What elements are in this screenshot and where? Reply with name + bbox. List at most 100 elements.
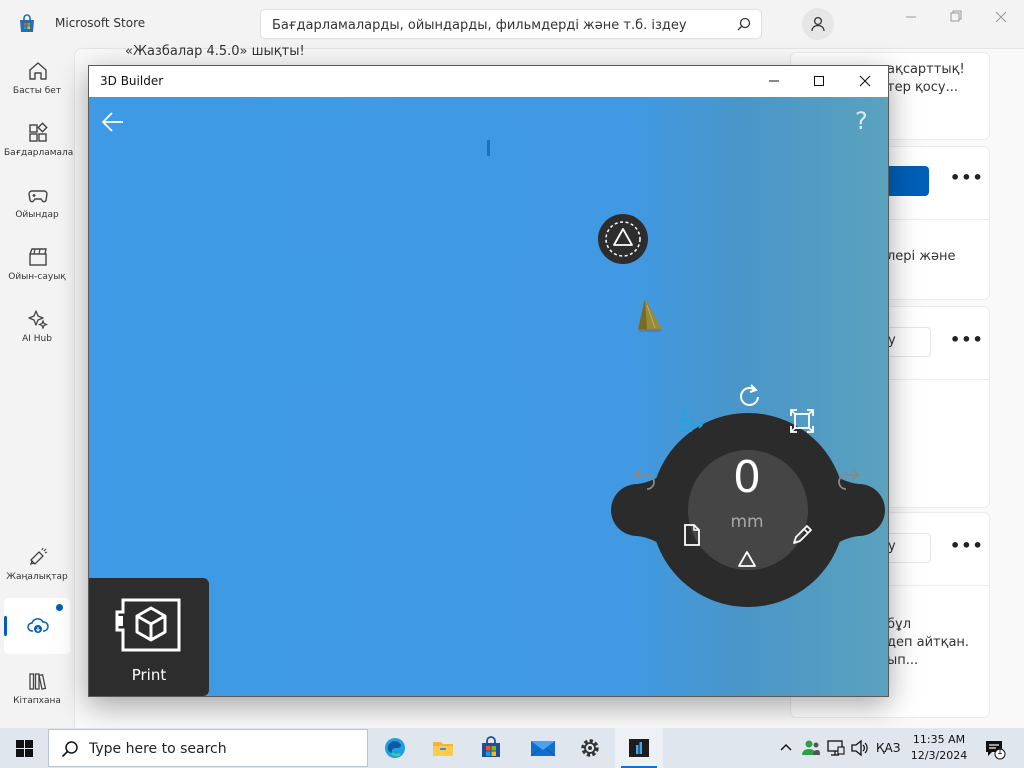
store-icon — [482, 736, 500, 757]
nav-home[interactable]: Басты бет — [4, 52, 70, 108]
card-3-more-button[interactable]: ••• — [950, 330, 984, 349]
3d-canvas[interactable]: ? 0 mm Print — [89, 97, 888, 696]
people-icon[interactable] — [801, 738, 821, 758]
cloud-download-icon — [27, 618, 49, 633]
taskbar-edge[interactable] — [371, 728, 419, 768]
update-badge — [56, 604, 63, 611]
apps-icon — [29, 122, 48, 142]
edge-icon — [385, 738, 405, 758]
nav-entertainment[interactable]: Ойын-сауық — [4, 238, 70, 294]
redo-icon[interactable] — [833, 465, 861, 493]
nav-apps[interactable]: Бағдарламалар — [4, 114, 80, 170]
notification-center-button[interactable]: 1 — [984, 738, 1006, 760]
scale-icon[interactable] — [788, 407, 816, 435]
taskbar: Type here to search ҚАЗ 11:35 AM 12/3/20… — [0, 728, 1024, 768]
nav-entertainment-label: Ойын-сауық — [8, 272, 66, 282]
builder-close-button[interactable] — [857, 73, 873, 89]
taskbar-mail[interactable] — [518, 728, 566, 768]
3d-model-object[interactable] — [635, 297, 665, 333]
sparkle-icon — [28, 310, 49, 330]
nav-library-label: Кітапхана — [13, 696, 61, 706]
nav-active-indicator — [4, 616, 7, 636]
nav-whats-new-label: Жаңалықтар — [6, 572, 68, 582]
builder-titlebar[interactable]: 3D Builder — [89, 66, 888, 97]
store-logo-icon — [17, 14, 37, 34]
home-icon — [29, 62, 47, 80]
move-icon[interactable] — [675, 407, 707, 437]
clapperboard-icon — [29, 248, 47, 266]
chevron-up-icon[interactable] — [778, 738, 794, 758]
triangle-shape-icon[interactable] — [734, 547, 760, 571]
wheel-value[interactable]: 0 — [707, 452, 787, 503]
undo-icon[interactable] — [632, 465, 660, 493]
input-language-indicator[interactable]: ҚАЗ — [876, 741, 900, 755]
nav-games[interactable]: Ойындар — [4, 176, 70, 232]
pencil-icon[interactable] — [789, 522, 815, 548]
taskbar-3d-builder[interactable] — [615, 728, 663, 768]
taskbar-search-box[interactable]: Type here to search — [48, 729, 368, 767]
person-icon — [811, 16, 825, 32]
nav-apps-label: Бағдарламалар — [4, 148, 80, 158]
card-1-line-2: тер қосу... — [887, 80, 958, 95]
taskbar-file-explorer[interactable] — [419, 728, 467, 768]
nav-whats-new[interactable]: Жаңалықтар — [4, 538, 70, 594]
card-4-button-label: у — [888, 539, 896, 554]
volume-icon[interactable] — [850, 738, 870, 758]
settings-icon — [581, 739, 599, 757]
card-1-line-1: ақсарттық! — [887, 62, 965, 77]
back-arrow-icon[interactable] — [101, 111, 125, 133]
nav-ai-hub[interactable]: AI Hub — [4, 300, 70, 356]
builder-title: 3D Builder — [100, 74, 164, 88]
notification-count: 1 — [997, 747, 1003, 757]
builder-maximize-button[interactable] — [811, 73, 827, 89]
card-4-line-1: бұл — [887, 617, 912, 632]
transform-control-wheel — [607, 412, 888, 608]
3d-builder-icon — [629, 739, 649, 757]
store-titlebar: Microsoft Store Бағдарламаларды, ойындар… — [0, 0, 1024, 48]
store-search-placeholder: Бағдарламаларды, ойындарды, фильмдерді ж… — [272, 18, 687, 33]
3d-builder-window: 3D Builder ? 0 mm Print — [88, 65, 889, 697]
card-2-line-1: лері және — [887, 249, 956, 264]
search-icon — [61, 741, 78, 758]
card-4-line-3: ып... — [887, 653, 919, 668]
taskbar-settings[interactable] — [566, 728, 614, 768]
help-button[interactable]: ? — [855, 107, 868, 135]
nav-library[interactable]: Кітапхана — [4, 662, 70, 718]
object-mode-button[interactable] — [598, 214, 648, 264]
store-restore-button[interactable] — [941, 8, 971, 26]
network-icon[interactable] — [826, 738, 846, 758]
triangle-icon — [605, 221, 641, 257]
mail-icon — [530, 741, 556, 757]
clock[interactable]: 11:35 AM 12/3/2024 — [905, 732, 973, 764]
clock-date: 12/3/2024 — [910, 749, 968, 762]
store-search-input[interactable]: Бағдарламаларды, ойындарды, фильмдерді ж… — [260, 9, 762, 39]
3d-print-icon — [115, 598, 181, 652]
clock-time: 11:35 AM — [912, 733, 966, 746]
library-icon — [29, 673, 47, 690]
scene-marker — [487, 140, 490, 156]
card-4-line-2: деп айтқан. — [887, 635, 970, 650]
taskbar-search-placeholder: Type here to search — [89, 741, 227, 757]
card-3-button-label: у — [888, 333, 896, 348]
store-title: Microsoft Store — [55, 16, 146, 30]
print-button[interactable]: Print — [89, 578, 209, 696]
account-avatar[interactable] — [802, 8, 834, 40]
search-icon[interactable] — [737, 17, 751, 31]
nav-games-label: Ойындар — [15, 210, 59, 220]
builder-minimize-button[interactable] — [766, 73, 782, 89]
windows-logo-icon — [16, 740, 33, 757]
card-2-more-button[interactable]: ••• — [950, 168, 984, 187]
nav-downloads[interactable] — [4, 598, 70, 654]
start-button[interactable] — [0, 728, 48, 768]
rotate-icon[interactable] — [735, 382, 763, 410]
taskbar-store[interactable] — [467, 728, 515, 768]
store-sidebar: Басты бет Бағдарламалар Ойындар Ойын-сау… — [0, 48, 80, 728]
document-icon[interactable] — [680, 522, 704, 548]
store-minimize-button[interactable] — [896, 8, 926, 26]
card-4-more-button[interactable]: ••• — [950, 536, 984, 555]
news-text: «Жазбалар 4.5.0» шықты! — [125, 44, 305, 59]
megaphone-icon — [29, 547, 48, 566]
print-label: Print — [131, 666, 167, 684]
store-close-button[interactable] — [986, 8, 1016, 26]
wheel-unit: mm — [730, 512, 764, 532]
